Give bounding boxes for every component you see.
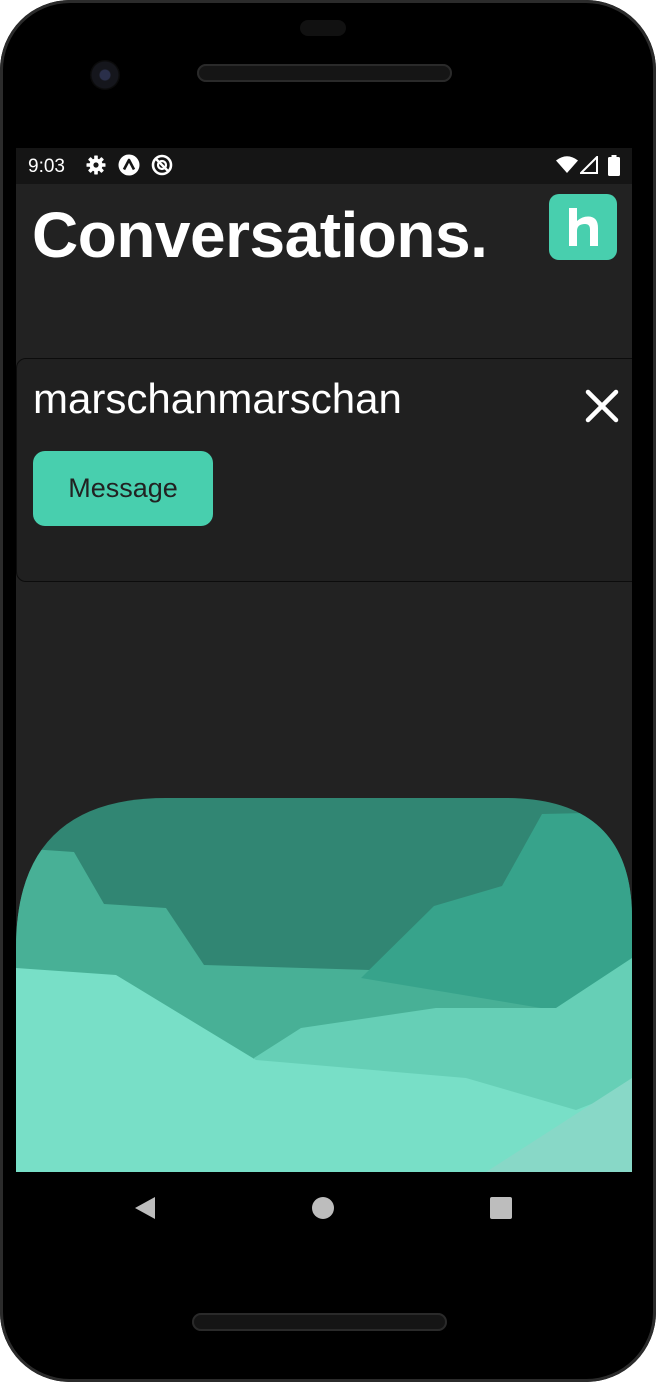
no-sync-icon	[151, 154, 173, 182]
message-button[interactable]: Message	[33, 451, 213, 526]
close-icon[interactable]	[582, 386, 622, 426]
navigation-bar	[16, 1172, 632, 1244]
app-logo	[549, 194, 617, 260]
status-time: 9:03	[28, 156, 65, 177]
landscape-illustration	[16, 798, 632, 1172]
bottom-speaker	[192, 1313, 447, 1331]
app-screen: 9:03 Conversations. marschanmarschan Mes…	[16, 148, 632, 1172]
signal-icon	[578, 154, 598, 180]
phone-frame: 9:03 Conversations. marschanmarschan Mes…	[0, 0, 656, 1382]
battery-icon	[608, 155, 620, 182]
status-bar: 9:03	[16, 148, 632, 184]
home-icon[interactable]	[312, 1197, 334, 1224]
conversation-card: marschanmarschan Message	[16, 358, 632, 582]
top-speaker	[197, 64, 452, 82]
recents-icon[interactable]	[490, 1197, 512, 1224]
app-a-icon	[118, 154, 140, 182]
back-icon[interactable]	[134, 1196, 156, 1225]
settings-icon	[86, 154, 106, 182]
page-title: Conversations.	[32, 199, 488, 271]
sensor-slot	[300, 20, 346, 36]
conversation-username: marschanmarschan	[33, 375, 402, 422]
wifi-icon	[556, 156, 578, 180]
front-camera	[90, 60, 120, 90]
